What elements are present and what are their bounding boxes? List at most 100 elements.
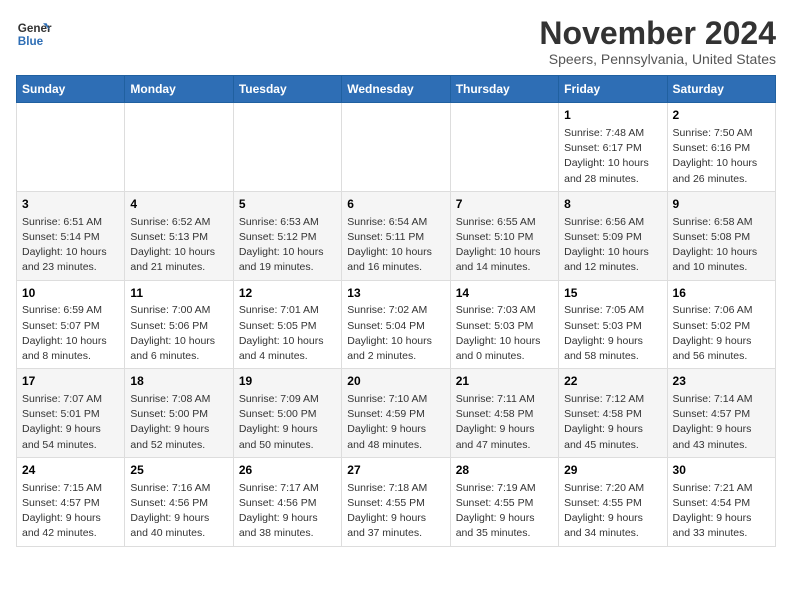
day-detail: Sunrise: 7:15 AMSunset: 4:57 PMDaylight:…: [22, 481, 119, 542]
day-cell: 2Sunrise: 7:50 AMSunset: 6:16 PMDaylight…: [667, 103, 775, 192]
day-number: 12: [239, 285, 336, 302]
day-cell: 27 Sunrise: 7:18 AMSunset: 4:55 PMDayligh…: [342, 457, 450, 546]
day-detail: Sunrise: 7:01 AMSunset: 5:05 PMDaylight:…: [239, 303, 336, 364]
day-cell: 5 Sunrise: 6:53 AMSunset: 5:12 PMDaylight…: [233, 191, 341, 280]
day-number: 17: [22, 373, 119, 390]
day-cell: 13Sunrise: 7:02 AMSunset: 5:04 PMDayligh…: [342, 280, 450, 369]
day-number: 6: [347, 196, 444, 213]
day-cell: 16Sunrise: 7:06 AMSunset: 5:02 PMDayligh…: [667, 280, 775, 369]
week-row-1: 1 Sunrise: 7:48 AMSunset: 6:17 PMDaylight…: [17, 103, 776, 192]
day-detail: Sunrise: 7:21 AMSunset: 4:54 PMDaylight:…: [673, 481, 770, 542]
day-detail: Sunrise: 7:12 AMSunset: 4:58 PMDaylight:…: [564, 392, 661, 453]
day-cell: 4 Sunrise: 6:52 AMSunset: 5:13 PMDaylight…: [125, 191, 233, 280]
col-header-saturday: Saturday: [667, 76, 775, 103]
day-detail: Sunrise: 7:02 AMSunset: 5:04 PMDaylight:…: [347, 303, 444, 364]
day-cell: 9 Sunrise: 6:58 AMSunset: 5:08 PMDaylight…: [667, 191, 775, 280]
day-detail: Sunrise: 7:18 AMSunset: 4:55 PMDaylight:…: [347, 481, 444, 542]
day-cell: 14Sunrise: 7:03 AMSunset: 5:03 PMDayligh…: [450, 280, 558, 369]
day-detail: Sunrise: 6:53 AMSunset: 5:12 PMDaylight:…: [239, 215, 336, 276]
day-detail: Sunrise: 7:17 AMSunset: 4:56 PMDaylight:…: [239, 481, 336, 542]
day-cell: 22 Sunrise: 7:12 AMSunset: 4:58 PMDayligh…: [559, 369, 667, 458]
day-cell: 21 Sunrise: 7:11 AMSunset: 4:58 PMDayligh…: [450, 369, 558, 458]
day-detail: Sunrise: 7:09 AMSunset: 5:00 PMDaylight:…: [239, 392, 336, 453]
day-cell: 15Sunrise: 7:05 AMSunset: 5:03 PMDayligh…: [559, 280, 667, 369]
day-number: 25: [130, 462, 227, 479]
day-number: 1: [564, 107, 661, 124]
day-cell: 25 Sunrise: 7:16 AMSunset: 4:56 PMDayligh…: [125, 457, 233, 546]
day-detail: Sunrise: 6:54 AMSunset: 5:11 PMDaylight:…: [347, 215, 444, 276]
day-detail: Sunrise: 6:51 AMSunset: 5:14 PMDaylight:…: [22, 215, 119, 276]
day-number: 14: [456, 285, 553, 302]
calendar-table: SundayMondayTuesdayWednesdayThursdayFrid…: [16, 75, 776, 546]
day-number: 26: [239, 462, 336, 479]
day-cell: 10Sunrise: 6:59 AMSunset: 5:07 PMDayligh…: [17, 280, 125, 369]
day-number: 19: [239, 373, 336, 390]
month-title: November 2024: [539, 16, 776, 51]
day-number: 7: [456, 196, 553, 213]
day-cell: 6 Sunrise: 6:54 AMSunset: 5:11 PMDaylight…: [342, 191, 450, 280]
day-number: 28: [456, 462, 553, 479]
day-number: 20: [347, 373, 444, 390]
day-cell: 29Sunrise: 7:20 AMSunset: 4:55 PMDayligh…: [559, 457, 667, 546]
day-detail: Sunrise: 7:08 AMSunset: 5:00 PMDaylight:…: [130, 392, 227, 453]
day-detail: Sunrise: 6:52 AMSunset: 5:13 PMDaylight:…: [130, 215, 227, 276]
day-detail: Sunrise: 6:59 AMSunset: 5:07 PMDaylight:…: [22, 303, 119, 364]
title-area: November 2024 Speers, Pennsylvania, Unit…: [539, 16, 776, 67]
day-detail: Sunrise: 7:19 AMSunset: 4:55 PMDaylight:…: [456, 481, 553, 542]
col-header-monday: Monday: [125, 76, 233, 103]
day-cell: 18 Sunrise: 7:08 AMSunset: 5:00 PMDayligh…: [125, 369, 233, 458]
logo: General Blue: [16, 16, 52, 52]
week-row-2: 3 Sunrise: 6:51 AMSunset: 5:14 PMDaylight…: [17, 191, 776, 280]
day-detail: Sunrise: 7:20 AMSunset: 4:55 PMDaylight:…: [564, 481, 661, 542]
day-detail: Sunrise: 6:56 AMSunset: 5:09 PMDaylight:…: [564, 215, 661, 276]
day-number: 23: [673, 373, 770, 390]
day-cell: 7Sunrise: 6:55 AMSunset: 5:10 PMDaylight…: [450, 191, 558, 280]
col-header-friday: Friday: [559, 76, 667, 103]
day-cell: [125, 103, 233, 192]
col-header-thursday: Thursday: [450, 76, 558, 103]
day-detail: Sunrise: 7:48 AMSunset: 6:17 PMDaylight:…: [564, 126, 661, 187]
col-header-tuesday: Tuesday: [233, 76, 341, 103]
day-cell: 23 Sunrise: 7:14 AMSunset: 4:57 PMDayligh…: [667, 369, 775, 458]
day-detail: Sunrise: 7:16 AMSunset: 4:56 PMDaylight:…: [130, 481, 227, 542]
day-detail: Sunrise: 7:11 AMSunset: 4:58 PMDaylight:…: [456, 392, 553, 453]
day-detail: Sunrise: 7:03 AMSunset: 5:03 PMDaylight:…: [456, 303, 553, 364]
week-row-5: 24 Sunrise: 7:15 AMSunset: 4:57 PMDayligh…: [17, 457, 776, 546]
day-number: 3: [22, 196, 119, 213]
day-cell: 19 Sunrise: 7:09 AMSunset: 5:00 PMDayligh…: [233, 369, 341, 458]
day-detail: Sunrise: 7:14 AMSunset: 4:57 PMDaylight:…: [673, 392, 770, 453]
day-cell: 20 Sunrise: 7:10 AMSunset: 4:59 PMDayligh…: [342, 369, 450, 458]
header: General Blue November 2024 Speers, Penns…: [16, 16, 776, 67]
day-number: 5: [239, 196, 336, 213]
day-detail: Sunrise: 7:07 AMSunset: 5:01 PMDaylight:…: [22, 392, 119, 453]
day-number: 13: [347, 285, 444, 302]
day-number: 16: [673, 285, 770, 302]
day-number: 2: [673, 107, 770, 124]
day-detail: Sunrise: 7:10 AMSunset: 4:59 PMDaylight:…: [347, 392, 444, 453]
day-number: 4: [130, 196, 227, 213]
day-number: 30: [673, 462, 770, 479]
day-detail: Sunrise: 7:00 AMSunset: 5:06 PMDaylight:…: [130, 303, 227, 364]
day-cell: [450, 103, 558, 192]
day-number: 9: [673, 196, 770, 213]
day-cell: 1 Sunrise: 7:48 AMSunset: 6:17 PMDaylight…: [559, 103, 667, 192]
day-number: 18: [130, 373, 227, 390]
day-cell: 8 Sunrise: 6:56 AMSunset: 5:09 PMDaylight…: [559, 191, 667, 280]
day-number: 24: [22, 462, 119, 479]
day-detail: Sunrise: 6:58 AMSunset: 5:08 PMDaylight:…: [673, 215, 770, 276]
day-cell: [233, 103, 341, 192]
day-number: 10: [22, 285, 119, 302]
day-number: 11: [130, 285, 227, 302]
day-number: 27: [347, 462, 444, 479]
day-number: 22: [564, 373, 661, 390]
day-number: 8: [564, 196, 661, 213]
header-row: SundayMondayTuesdayWednesdayThursdayFrid…: [17, 76, 776, 103]
day-cell: 28 Sunrise: 7:19 AMSunset: 4:55 PMDayligh…: [450, 457, 558, 546]
location: Speers, Pennsylvania, United States: [539, 51, 776, 67]
day-cell: 3 Sunrise: 6:51 AMSunset: 5:14 PMDaylight…: [17, 191, 125, 280]
col-header-sunday: Sunday: [17, 76, 125, 103]
day-cell: [17, 103, 125, 192]
day-cell: 12Sunrise: 7:01 AMSunset: 5:05 PMDayligh…: [233, 280, 341, 369]
day-detail: Sunrise: 7:05 AMSunset: 5:03 PMDaylight:…: [564, 303, 661, 364]
day-number: 21: [456, 373, 553, 390]
